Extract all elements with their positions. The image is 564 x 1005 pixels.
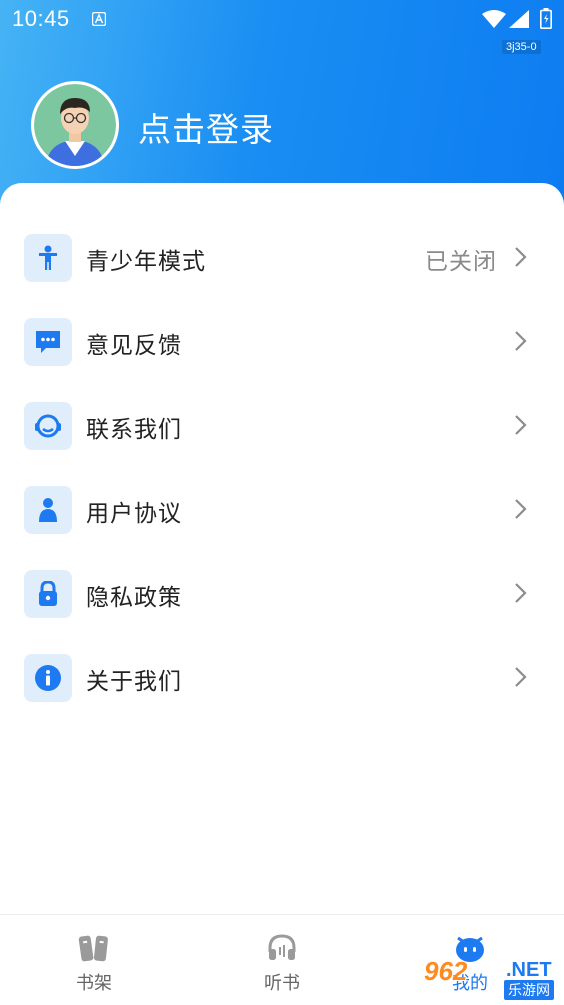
chevron-right-icon — [514, 582, 528, 608]
watermark-domain: .NET — [506, 959, 552, 981]
menu-label: 关于我们 — [86, 669, 182, 695]
youth-mode-status: 已关闭 — [425, 249, 497, 275]
child-icon — [24, 234, 72, 282]
status-bar: 10:45 3j35-0 — [0, 0, 564, 54]
menu-item-youth-mode[interactable]: 青少年模式 已关闭 — [0, 216, 564, 300]
headphones-icon — [266, 932, 298, 964]
menu-item-privacy-policy[interactable]: 隐私政策 — [0, 552, 564, 636]
bookshelf-icon — [78, 932, 110, 964]
status-time: 10:45 — [12, 6, 70, 31]
chevron-right-icon — [514, 330, 528, 356]
menu-label: 青少年模式 — [86, 249, 206, 275]
build-tag: 3j35-0 — [502, 40, 541, 54]
info-icon — [24, 654, 72, 702]
menu-item-feedback[interactable]: 意见反馈 — [0, 300, 564, 384]
profile-header: 10:45 3j35-0 点击登录 — [0, 0, 564, 210]
login-prompt[interactable]: 点击登录 — [138, 103, 274, 151]
notification-icon — [91, 11, 107, 27]
watermark-number: 962 — [424, 956, 468, 986]
site-watermark: 962 .NET 乐游网 — [424, 956, 558, 1000]
avatar-illustration — [34, 84, 116, 166]
headset-icon — [24, 402, 72, 450]
lock-icon — [24, 570, 72, 618]
chevron-right-icon — [514, 666, 528, 692]
chevron-right-icon — [514, 414, 528, 440]
menu-label: 隐私政策 — [86, 585, 182, 611]
settings-card: 青少年模式 已关闭 意见反馈 联系我们 用户协议 隐私政策 关于我们 — [0, 183, 564, 915]
chevron-right-icon — [514, 498, 528, 524]
watermark-subtitle: 乐游网 — [504, 980, 554, 1000]
signal-icon — [509, 10, 529, 32]
menu-label: 联系我们 — [86, 417, 182, 443]
tab-listen[interactable]: 听书 — [188, 915, 376, 1005]
wifi-icon — [482, 10, 506, 32]
avatar[interactable] — [31, 81, 119, 169]
tab-label: 书架 — [76, 973, 112, 994]
menu-item-user-agreement[interactable]: 用户协议 — [0, 468, 564, 552]
tab-bookshelf[interactable]: 书架 — [0, 915, 188, 1005]
menu-label: 用户协议 — [86, 501, 182, 527]
menu-item-about-us[interactable]: 关于我们 — [0, 636, 564, 720]
menu-item-contact-us[interactable]: 联系我们 — [0, 384, 564, 468]
chat-icon — [24, 318, 72, 366]
chevron-right-icon — [514, 246, 528, 272]
menu-label: 意见反馈 — [86, 333, 182, 359]
tab-label: 听书 — [264, 973, 300, 994]
user-icon — [24, 486, 72, 534]
battery-icon — [540, 8, 552, 33]
